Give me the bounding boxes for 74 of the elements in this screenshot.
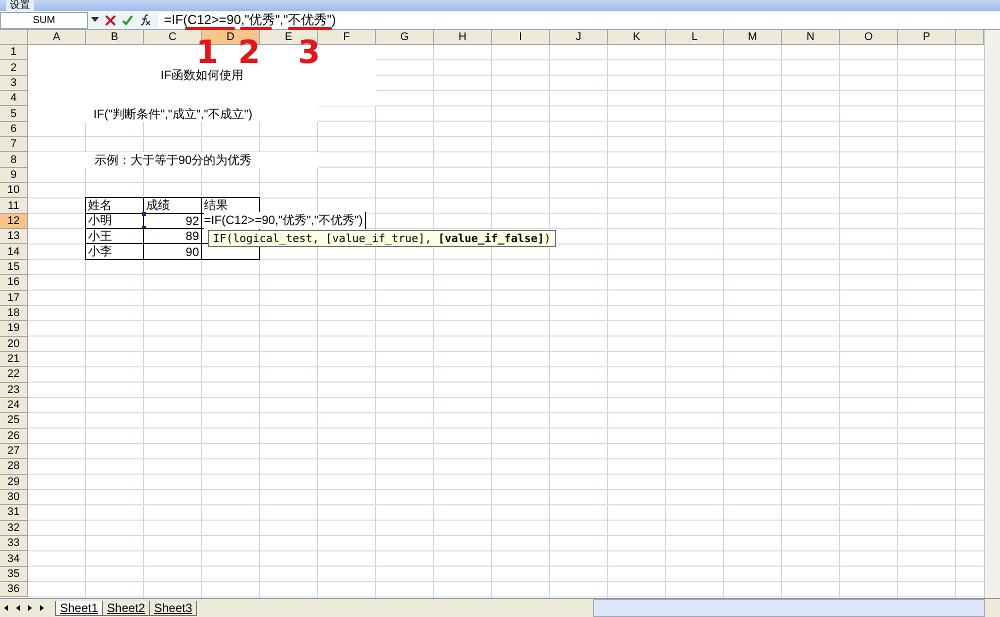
- row-header[interactable]: 32: [0, 520, 28, 536]
- dropdown-caret-icon[interactable]: [91, 17, 99, 23]
- row-header[interactable]: 14: [0, 244, 28, 260]
- toolbar-button[interactable]: 设置: [6, 0, 34, 11]
- table-header-cell: 姓名: [85, 197, 144, 214]
- column-header[interactable]: N: [782, 30, 840, 45]
- formula-input[interactable]: =IF(C12>=90,"优秀","不优秀"): [158, 12, 1000, 28]
- vertical-scrollbar[interactable]: [984, 30, 1000, 598]
- cell-text: IF("判断条件","成立","不成立"): [94, 106, 252, 123]
- row-header[interactable]: 4: [0, 91, 28, 106]
- column-header[interactable]: P: [898, 30, 956, 45]
- row-header[interactable]: 21: [0, 352, 28, 368]
- table-cell: 90: [143, 243, 202, 260]
- row-header[interactable]: 5: [0, 106, 28, 122]
- row-header[interactable]: 28: [0, 459, 28, 475]
- row-header[interactable]: 31: [0, 505, 28, 521]
- function-icon[interactable]: [139, 14, 151, 26]
- cell-text: 示例：大于等于90分的为优秀: [94, 152, 252, 169]
- column-header[interactable]: B: [86, 30, 144, 45]
- row-header[interactable]: 33: [0, 536, 28, 552]
- sheet-tab[interactable]: Sheet2: [102, 600, 150, 616]
- column-header[interactable]: L: [666, 30, 724, 45]
- row-header[interactable]: 15: [0, 260, 28, 276]
- cancel-icon[interactable]: [105, 14, 116, 26]
- row-header[interactable]: 6: [0, 122, 28, 138]
- row-header[interactable]: 8: [0, 152, 28, 168]
- row-header[interactable]: 3: [0, 76, 28, 92]
- table-cell: 小李: [85, 243, 144, 260]
- row-header[interactable]: 12: [0, 214, 28, 230]
- row-header[interactable]: 30: [0, 490, 28, 506]
- row-header[interactable]: 2: [0, 60, 28, 76]
- row-header[interactable]: 34: [0, 551, 28, 567]
- row-header[interactable]: 36: [0, 582, 28, 598]
- sheet-tab[interactable]: Sheet1: [55, 600, 104, 616]
- column-header[interactable]: I: [492, 30, 550, 45]
- row-header[interactable]: 24: [0, 398, 28, 414]
- annotation-underline: [288, 27, 332, 30]
- row-header[interactable]: 27: [0, 444, 28, 460]
- column-header[interactable]: K: [608, 30, 666, 45]
- column-header[interactable]: O: [840, 30, 898, 45]
- row-header[interactable]: 10: [0, 183, 28, 198]
- column-header[interactable]: A: [28, 30, 86, 45]
- row-header[interactable]: 11: [0, 198, 28, 214]
- row-header[interactable]: 13: [0, 229, 28, 244]
- row-header[interactable]: 20: [0, 336, 28, 352]
- cell-text: IF函数如何使用: [160, 67, 244, 84]
- check-icon[interactable]: [122, 14, 133, 26]
- cell-editor[interactable]: =IF(C12>=90,"优秀","不优秀"): [204, 212, 366, 230]
- name-box[interactable]: SUM: [0, 12, 88, 28]
- table-header-cell: 成绩: [143, 197, 202, 214]
- table-cell: 小王: [85, 228, 144, 244]
- column-header[interactable]: G: [376, 30, 434, 45]
- annotation-underline: [240, 27, 272, 30]
- row-header[interactable]: 26: [0, 428, 28, 444]
- row-header[interactable]: 16: [0, 275, 28, 290]
- sheet-tab[interactable]: Sheet3: [149, 600, 198, 616]
- row-header[interactable]: 7: [0, 137, 28, 152]
- column-header[interactable]: H: [434, 30, 492, 45]
- row-header[interactable]: 22: [0, 367, 28, 383]
- row-header[interactable]: 1: [0, 45, 28, 60]
- row-header[interactable]: 9: [0, 168, 28, 184]
- row-header[interactable]: 19: [0, 321, 28, 337]
- column-header[interactable]: J: [550, 30, 608, 45]
- row-header[interactable]: 25: [0, 413, 28, 429]
- row-header[interactable]: 29: [0, 474, 28, 490]
- annotation-underline: [185, 27, 235, 30]
- row-header[interactable]: 17: [0, 290, 28, 306]
- row-header[interactable]: 18: [0, 306, 28, 322]
- function-tooltip: IF(logical_test, [value_if_true], [value_if_false]): [208, 230, 556, 247]
- column-header[interactable]: M: [724, 30, 782, 45]
- column-header[interactable]: F: [318, 30, 376, 45]
- horizontal-scrollbar[interactable]: [593, 599, 985, 617]
- row-header[interactable]: 23: [0, 382, 28, 398]
- row-header[interactable]: 35: [0, 566, 28, 582]
